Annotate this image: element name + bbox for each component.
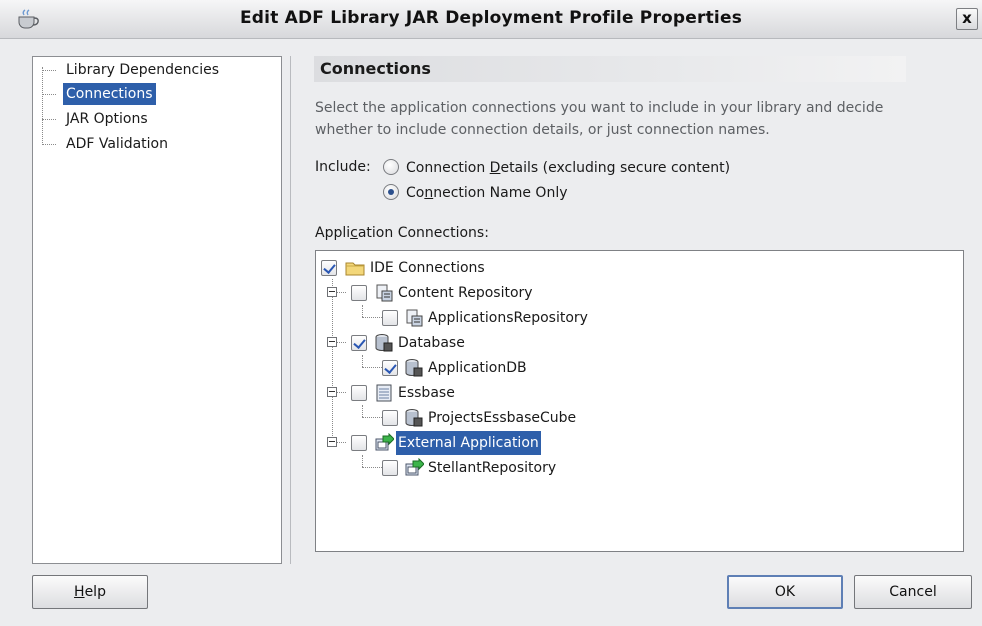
content-repository-icon bbox=[406, 309, 423, 327]
section-header: Connections bbox=[314, 56, 906, 82]
radio-label: Connection Details (excluding secure con… bbox=[406, 160, 731, 176]
ok-button[interactable]: OK bbox=[727, 575, 843, 609]
tree-node-label: Essbase bbox=[398, 385, 455, 401]
checkbox[interactable] bbox=[351, 435, 367, 451]
radio-connection-name-only[interactable]: Connection Name Only bbox=[383, 183, 568, 203]
checkbox[interactable] bbox=[382, 310, 398, 326]
nav-item-adf-validation[interactable]: ADF Validation bbox=[33, 133, 273, 155]
database-icon bbox=[375, 334, 393, 352]
tree-node-applications-repository[interactable]: ApplicationsRepository bbox=[316, 306, 656, 330]
panel-splitter[interactable] bbox=[290, 56, 291, 564]
nav-item-label: Library Dependencies bbox=[66, 62, 220, 78]
nav-item-label: ADF Validation bbox=[66, 136, 168, 152]
dialog-title: Edit ADF Library JAR Deployment Profile … bbox=[239, 8, 743, 28]
tree-node-external-application[interactable]: External Application bbox=[316, 431, 616, 455]
folder-icon bbox=[345, 262, 365, 276]
nav-item-connections[interactable]: Connections bbox=[33, 83, 273, 105]
help-button[interactable]: Help bbox=[32, 575, 148, 609]
checkbox[interactable] bbox=[382, 360, 398, 376]
checkbox[interactable] bbox=[382, 410, 398, 426]
application-connections-label: Application Connections: bbox=[315, 225, 489, 241]
nav-item-library-dependencies[interactable]: Library Dependencies bbox=[33, 59, 273, 81]
checkbox[interactable] bbox=[382, 460, 398, 476]
title-bar: Edit ADF Library JAR Deployment Profile … bbox=[0, 0, 982, 39]
tree-node-application-db[interactable]: ApplicationDB bbox=[316, 356, 616, 380]
connections-tree[interactable]: IDE Connections Content Repository Appli… bbox=[315, 250, 964, 552]
description-line: whether to include connection details, o… bbox=[315, 122, 770, 138]
close-button[interactable]: x bbox=[956, 8, 978, 30]
tree-node-label: ApplicationsRepository bbox=[428, 310, 588, 326]
tree-node-projects-essbase-cube[interactable]: ProjectsEssbaseCube bbox=[316, 406, 656, 430]
description-line: Select the application connections you w… bbox=[315, 100, 884, 116]
section-title: Connections bbox=[320, 59, 431, 78]
radio-button[interactable] bbox=[383, 159, 399, 175]
tree-node-label: IDE Connections bbox=[370, 260, 485, 276]
tree-node-label: ApplicationDB bbox=[428, 360, 527, 376]
database-icon bbox=[405, 359, 423, 377]
tree-node-ide-connections[interactable]: IDE Connections bbox=[316, 256, 616, 280]
checkbox[interactable] bbox=[351, 385, 367, 401]
include-label: Include: bbox=[315, 159, 371, 175]
essbase-icon bbox=[376, 384, 392, 402]
nav-item-label: JAR Options bbox=[66, 111, 148, 127]
content-repository-icon bbox=[376, 284, 393, 302]
radio-connection-details[interactable]: Connection Details (excluding secure con… bbox=[383, 158, 730, 178]
tree-node-label: External Application bbox=[396, 431, 541, 455]
tree-node-label: Content Repository bbox=[398, 285, 533, 301]
tree-node-label: Database bbox=[398, 335, 465, 351]
tree-node-label: StellantRepository bbox=[428, 460, 557, 476]
nav-item-jar-options[interactable]: JAR Options bbox=[33, 108, 273, 130]
nav-tree: Library Dependencies Connections JAR Opt… bbox=[32, 56, 282, 564]
radio-button[interactable] bbox=[383, 184, 399, 200]
tree-node-essbase[interactable]: Essbase bbox=[316, 381, 616, 405]
description-text: Select the application connections you w… bbox=[315, 97, 965, 141]
nav-item-label: Connections bbox=[63, 83, 156, 105]
tree-node-stellant-repository[interactable]: StellantRepository bbox=[316, 456, 636, 480]
checkbox[interactable] bbox=[321, 260, 337, 276]
checkbox[interactable] bbox=[351, 335, 367, 351]
checkbox[interactable] bbox=[351, 285, 367, 301]
radio-label: Connection Name Only bbox=[406, 185, 568, 201]
tree-node-database[interactable]: Database bbox=[316, 331, 616, 355]
external-application-icon bbox=[405, 458, 424, 476]
tree-node-content-repository[interactable]: Content Repository bbox=[316, 281, 636, 305]
database-icon bbox=[405, 409, 423, 427]
tree-node-label: ProjectsEssbaseCube bbox=[428, 410, 577, 426]
external-application-icon bbox=[375, 433, 394, 451]
cancel-button[interactable]: Cancel bbox=[854, 575, 972, 609]
